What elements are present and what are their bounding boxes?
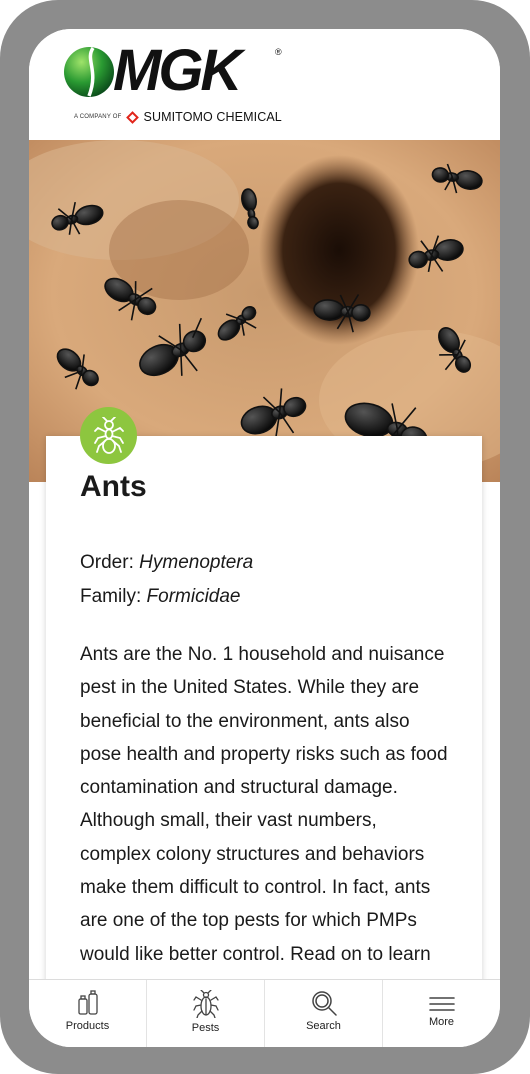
menu-icon: [428, 997, 455, 1011]
tab-products[interactable]: Products: [29, 980, 147, 1047]
tab-label-more: More: [428, 1016, 455, 1028]
tab-search[interactable]: Search: [265, 980, 383, 1047]
pest-order: Order: Hymenoptera: [80, 552, 253, 574]
tab-pests[interactable]: Pests: [147, 980, 265, 1047]
app-header: MGK ® A COMPANY OF SUMITOMO CHEMICAL: [29, 29, 500, 140]
device-frame: MGK ® A COMPANY OF SUMITOMO CHEMICAL Ant…: [0, 0, 530, 1074]
tagline-company: SUMITOMO CHEMICAL: [143, 110, 282, 124]
tab-label-products: Products: [65, 1020, 110, 1032]
pest-badge: [80, 407, 137, 464]
mgk-logo-mark: [64, 47, 114, 97]
pest-info-card: Ants Order: Hymenoptera Family: Formicid…: [46, 407, 482, 1036]
pest-title: Ants: [80, 470, 147, 503]
tab-label-pests: Pests: [191, 1022, 220, 1034]
app-screen: MGK ® A COMPANY OF SUMITOMO CHEMICAL Ant…: [29, 29, 500, 1047]
mgk-logo-wordmark: MGK: [113, 38, 242, 103]
tab-more[interactable]: More: [383, 980, 500, 1047]
tagline-prefix: A COMPANY OF: [74, 114, 122, 120]
company-tagline: A COMPANY OF SUMITOMO CHEMICAL: [74, 109, 282, 125]
spray-bottle-icon: [77, 990, 98, 1015]
ant-icon: [93, 416, 124, 454]
bottom-tab-bar: Products Pests Search More: [29, 979, 500, 1047]
pest-family: Family: Formicidae: [80, 586, 241, 608]
order-label: Order:: [80, 552, 134, 573]
family-value: Formicidae: [146, 586, 241, 607]
pest-description: Ants are the No. 1 household and nuisanc…: [80, 644, 448, 998]
sumitomo-diamond-icon: [125, 110, 139, 124]
bug-icon: [192, 990, 219, 1018]
registered-mark: ®: [275, 47, 282, 57]
tab-label-search: Search: [306, 1020, 341, 1032]
search-icon: [311, 991, 337, 1016]
order-value: Hymenoptera: [139, 552, 254, 573]
family-label: Family:: [80, 586, 142, 607]
